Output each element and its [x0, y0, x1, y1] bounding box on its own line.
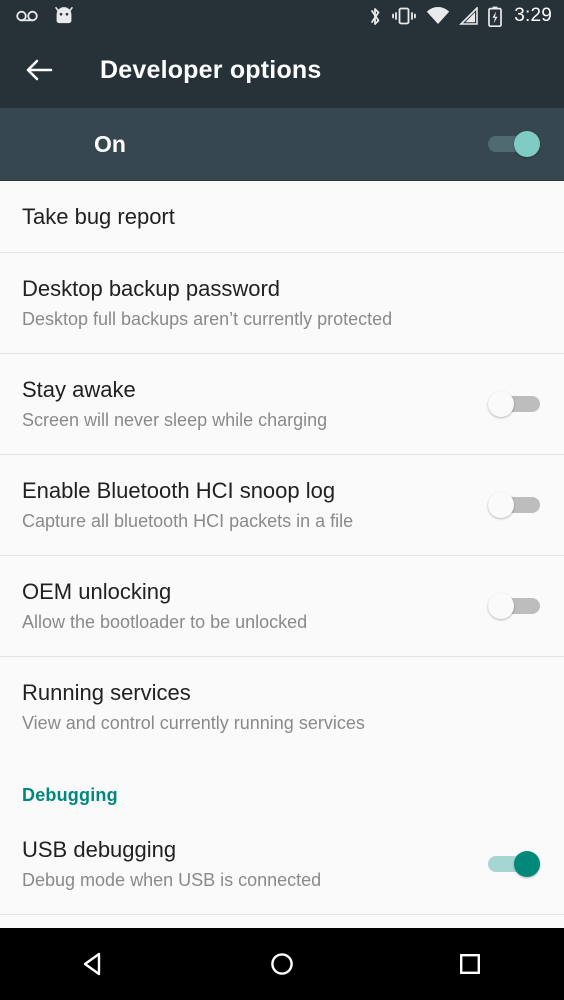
arrow-back-icon[interactable]: [22, 53, 56, 87]
list-item-texts: USB debugging Debug mode when USB is con…: [22, 836, 335, 893]
list-item-oem-unlocking[interactable]: OEM unlocking Allow the bootloader to be…: [0, 556, 564, 657]
list-item-title: OEM unlocking: [22, 578, 172, 604]
recents-nav-button[interactable]: [434, 928, 506, 1000]
status-bar-clock: 3:29: [514, 5, 552, 26]
list-item-texts: Stay awake Screen will never sleep while…: [22, 376, 341, 433]
status-bar-right-icons: 3:29: [359, 5, 552, 27]
voicemail-icon: [16, 9, 38, 23]
master-switch-label: On: [94, 130, 126, 157]
wifi-icon: [426, 7, 450, 25]
android-bug-icon: [54, 6, 74, 26]
settings-list: Take bug report Desktop backup password …: [0, 181, 564, 928]
list-item-take-bug-report[interactable]: Take bug report: [0, 181, 564, 253]
developer-options-master-row[interactable]: On: [0, 108, 564, 181]
list-item-subtitle: Screen will never sleep while charging: [22, 409, 328, 430]
list-item-texts: Running services View and control curren…: [22, 679, 379, 736]
system-navigation-bar: [0, 928, 564, 1000]
cell-signal-icon: [459, 7, 479, 25]
list-item-title: Running services: [22, 680, 191, 705]
list-item-texts: OEM unlocking Allow the bootloader to be…: [22, 578, 321, 635]
list-bottom-spacer: [0, 915, 564, 928]
list-item-subtitle: Allow the bootloader to be unlocked: [22, 611, 308, 632]
list-item-running-services[interactable]: Running services View and control curren…: [0, 657, 564, 758]
section-header-label: Debugging: [22, 785, 118, 805]
status-bar-left-icons: [16, 6, 90, 26]
switch-thumb: [488, 391, 514, 417]
list-item-texts: Take bug report: [22, 203, 189, 231]
switch-thumb: [514, 851, 540, 877]
usb-debugging-toggle[interactable]: [488, 849, 540, 879]
list-item-title: Desktop backup password: [22, 275, 281, 301]
bluetooth-hci-snoop-log-toggle[interactable]: [488, 490, 540, 520]
list-item-usb-debugging[interactable]: USB debugging Debug mode when USB is con…: [0, 814, 564, 915]
list-item-texts: Desktop backup password Desktop full bac…: [22, 275, 406, 332]
list-item-title: Stay awake: [22, 376, 136, 402]
switch-thumb: [514, 131, 540, 157]
back-nav-button[interactable]: [58, 928, 130, 1000]
list-item-title: USB debugging: [22, 836, 177, 862]
section-header-debugging: Debugging: [0, 758, 564, 814]
vibrate-icon: [391, 7, 417, 25]
list-item-subtitle: Capture all bluetooth HCI packets in a f…: [22, 510, 354, 531]
toolbar: Developer options: [0, 32, 564, 108]
stay-awake-toggle[interactable]: [488, 389, 540, 419]
battery-charging-icon: [488, 6, 503, 27]
list-item-subtitle: Desktop full backups aren’t currently pr…: [22, 308, 393, 329]
list-item-bluetooth-hci-snoop-log[interactable]: Enable Bluetooth HCI snoop log Capture a…: [0, 455, 564, 556]
bluetooth-icon: [368, 6, 382, 27]
list-item-subtitle: Debug mode when USB is connected: [22, 869, 322, 890]
status-bar: 3:29: [0, 0, 564, 32]
switch-thumb: [488, 492, 514, 518]
list-item-title: Enable Bluetooth HCI snoop log: [22, 477, 336, 503]
list-item-title: Take bug report: [22, 203, 175, 229]
oem-unlocking-toggle[interactable]: [488, 591, 540, 621]
list-item-texts: Enable Bluetooth HCI snoop log Capture a…: [22, 477, 367, 534]
master-switch-toggle[interactable]: [488, 129, 540, 159]
home-nav-button[interactable]: [246, 928, 318, 1000]
switch-thumb: [488, 593, 514, 619]
list-item-subtitle: View and control currently running servi…: [22, 713, 365, 733]
list-item-desktop-backup-password[interactable]: Desktop backup password Desktop full bac…: [0, 253, 564, 354]
page-title: Developer options: [100, 55, 322, 84]
list-item-stay-awake[interactable]: Stay awake Screen will never sleep while…: [0, 354, 564, 455]
android-settings-screen: 3:29 Developer options On Take bug repor…: [0, 0, 564, 1000]
